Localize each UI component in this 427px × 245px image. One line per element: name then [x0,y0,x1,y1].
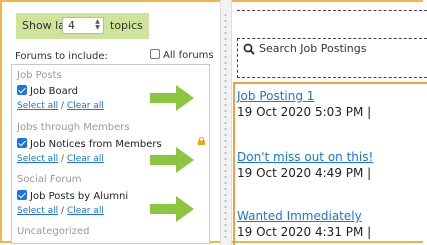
post-date: 19 Oct 2020 4:31 PM | [237,225,372,239]
select-all-link[interactable]: Select all [17,206,58,216]
all-forums-label: All forums [163,50,214,61]
checkbox-checked-icon[interactable] [17,190,27,200]
forum-label: Job Posts by Alumni [30,191,129,202]
arrow-right-icon [150,85,194,111]
clear-all-link[interactable]: Clear all [67,154,104,164]
search-icon [243,43,255,55]
clear-all-link[interactable]: Clear all [67,101,104,111]
category-social-forum: Social Forum [17,174,82,185]
category-uncategorized: Uncategorized [17,226,90,237]
category-jobs-through-members: Jobs through Members [17,122,130,133]
splitter-handle[interactable] [224,12,227,242]
arrow-right-icon [150,147,194,173]
checkbox-icon[interactable] [150,49,160,59]
topic-count-stepper[interactable]: 4 ▲ ▼ [62,17,104,34]
post-title-link[interactable]: Job Posting 1 [237,89,314,103]
clear-all-link[interactable]: Clear all [67,206,104,216]
category-job-posts: Job Posts [17,70,62,81]
checkbox-checked-icon[interactable] [17,138,27,148]
topic-count-value: 4 [68,19,75,32]
lock-icon [198,137,205,145]
forum-checkbox-alumni[interactable]: Job Posts by Alumni [17,190,128,202]
select-all-link[interactable]: Select all [17,154,58,164]
forum-checkbox-job-board[interactable]: Job Board [17,85,78,97]
post-date: 19 Oct 2020 4:49 PM | [237,166,372,180]
forum-label: Job Notices from Members [30,139,162,150]
post-date: 19 Oct 2020 5:03 PM | [237,105,372,119]
select-links: Select all / Clear all [17,154,104,164]
forum-label: Job Board [30,86,78,97]
select-all-link[interactable]: Select all [17,101,58,111]
post-title-link[interactable]: Don't miss out on this! [237,150,373,164]
show-last-suffix: topics [110,19,143,32]
select-links: Select all / Clear all [17,101,104,111]
arrow-right-icon [150,196,194,222]
checkbox-checked-icon[interactable] [17,85,27,95]
top-dashed-border [237,10,427,11]
stepper-arrows-icon[interactable]: ▲ ▼ [93,19,102,32]
post-title-link[interactable]: Wanted Immediately [237,209,362,223]
forums-label: Forums to include: [15,51,108,62]
forum-checkbox-job-notices[interactable]: Job Notices from Members [17,138,162,150]
show-last-control: Show last 4 ▲ ▼ topics [16,13,149,39]
all-forums-checkbox[interactable]: All forums [150,49,214,61]
search-input[interactable]: Search Job Postings [259,42,367,55]
select-links: Select all / Clear all [17,206,104,216]
